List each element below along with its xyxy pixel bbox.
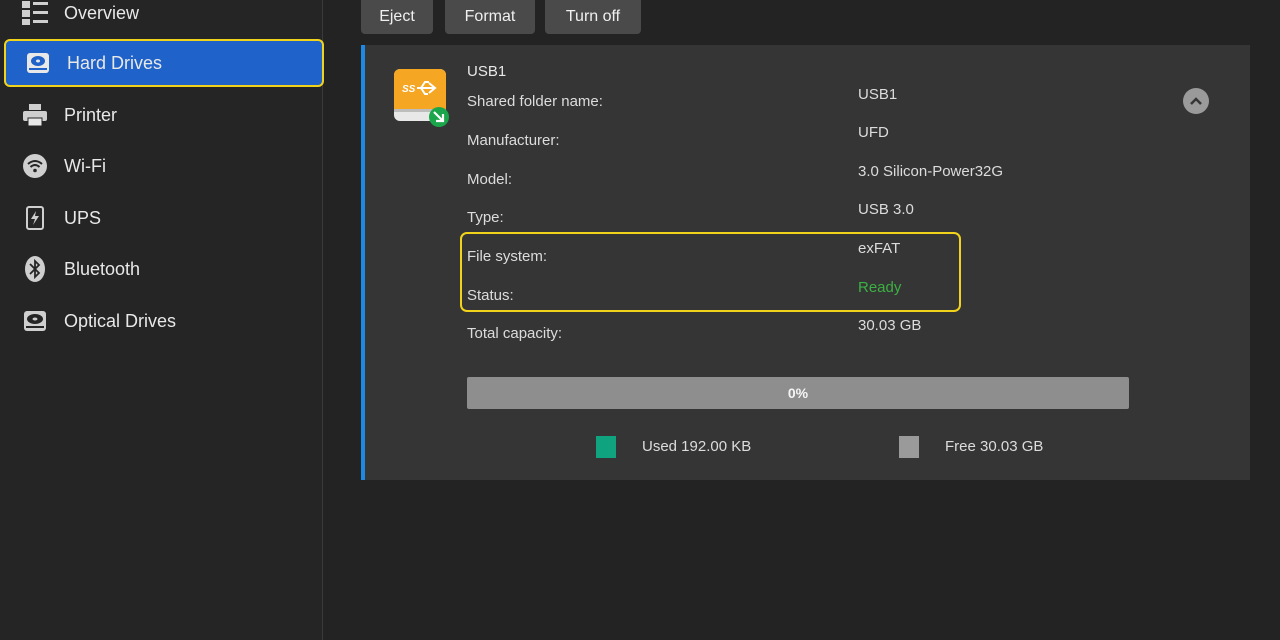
prop-value-shared-folder: USB1: [858, 86, 898, 103]
overview-icon: [21, 0, 49, 27]
sidebar-item-label: Wi-Fi: [64, 156, 106, 176]
sidebar-item-label: Optical Drives: [64, 311, 177, 331]
sidebar-item-label: UPS: [64, 208, 102, 228]
ups-battery-icon: [21, 204, 49, 232]
sidebar-item-label: Hard Drives: [67, 53, 163, 73]
turn-off-button[interactable]: Turn off: [545, 0, 641, 34]
sidebar-item-hard-drives[interactable]: Hard Drives: [4, 39, 324, 87]
bluetooth-icon: [21, 255, 49, 283]
sidebar-item-label: Bluetooth: [64, 259, 141, 279]
chevron-up-icon: [1190, 97, 1202, 105]
sidebar-item-overview[interactable]: Overview: [3, 0, 324, 37]
prop-value-file-system: exFAT: [858, 240, 901, 257]
legend-used: Used 192.00 KB: [642, 438, 752, 455]
sidebar-item-wifi[interactable]: Wi-Fi: [3, 142, 324, 190]
collapse-button[interactable]: [1183, 88, 1209, 114]
optical-drive-icon: [21, 307, 49, 335]
sidebar-item-label: Printer: [64, 105, 118, 125]
drive-panel: SS USB1 Shared folder name: USB1 Manufac…: [361, 45, 1250, 480]
usb-drive-icon: SS: [391, 65, 451, 129]
prop-label-model: Model:: [467, 171, 513, 188]
free-swatch: [899, 436, 919, 458]
sidebar-item-ups[interactable]: UPS: [3, 194, 324, 242]
drive-name: USB1: [467, 63, 507, 80]
printer-icon: [21, 101, 49, 129]
prop-value-type: USB 3.0: [858, 201, 914, 218]
prop-label-manufacturer: Manufacturer:: [467, 132, 560, 149]
prop-label-file-system: File system:: [467, 248, 548, 265]
used-swatch: [596, 436, 616, 458]
prop-label-total-capacity: Total capacity:: [467, 325, 563, 342]
hard-drive-icon: [24, 49, 52, 77]
prop-label-shared-folder: Shared folder name:: [467, 93, 603, 110]
sidebar-item-label: Overview: [64, 3, 140, 23]
legend-free: Free 30.03 GB: [945, 438, 1044, 455]
usage-progress-bar: 0%: [467, 377, 1129, 409]
prop-value-model: 3.0 Silicon-Power32G: [858, 163, 1004, 180]
prop-value-manufacturer: UFD: [858, 124, 889, 141]
sidebar-item-printer[interactable]: Printer: [3, 91, 324, 139]
status-badge: Ready: [858, 279, 902, 296]
prop-label-status: Status:: [467, 287, 514, 304]
wifi-icon: [21, 152, 49, 180]
prop-value-total-capacity: 30.03 GB: [858, 317, 922, 334]
sidebar-item-optical-drives[interactable]: Optical Drives: [3, 297, 324, 345]
svg-text:SS: SS: [402, 84, 416, 95]
eject-button[interactable]: Eject: [361, 0, 433, 34]
sidebar-item-bluetooth[interactable]: Bluetooth: [3, 245, 324, 293]
sidebar: Overview Hard Drives Printer Wi-Fi UPS B…: [0, 0, 324, 640]
format-button[interactable]: Format: [445, 0, 535, 34]
usage-percent-label: 0%: [787, 385, 809, 401]
prop-label-type: Type:: [467, 209, 504, 226]
